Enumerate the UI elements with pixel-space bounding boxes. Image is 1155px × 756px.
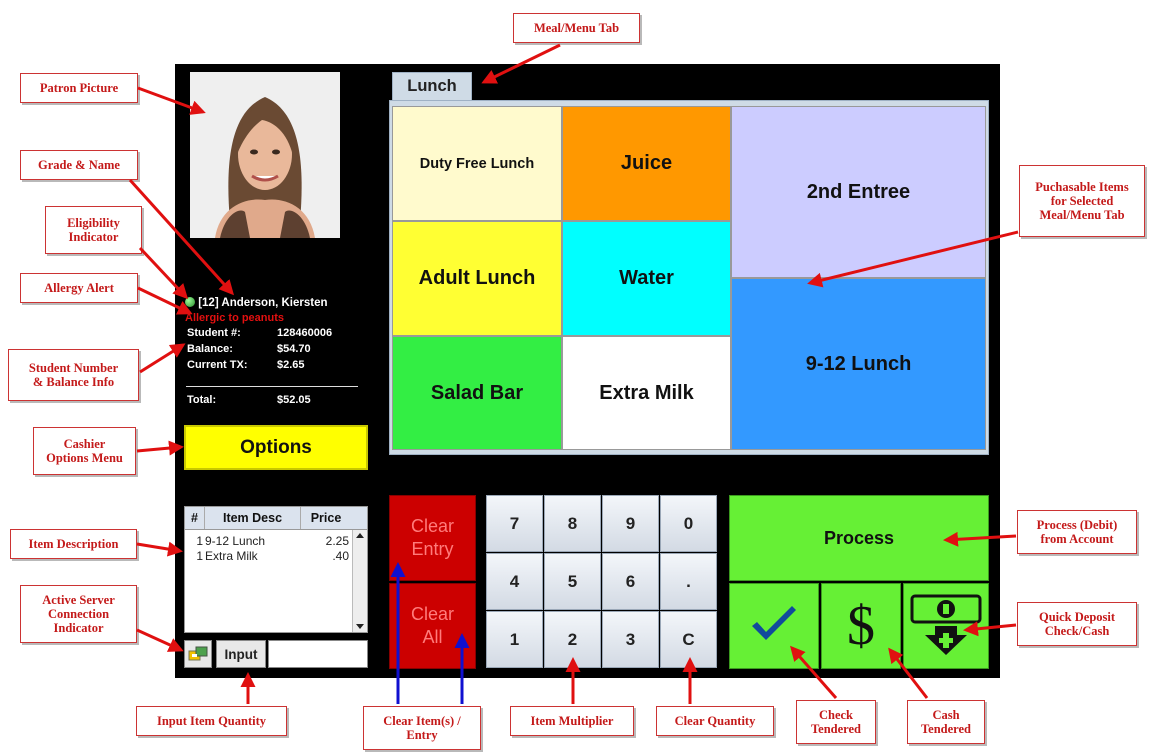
patron-name: [12] Anderson, Kiersten	[198, 297, 328, 309]
menu-item-9-12-lunch[interactable]: 9-12 Lunch	[731, 278, 986, 450]
menu-item-juice[interactable]: Juice	[562, 106, 731, 221]
callout-grade-name: Grade & Name	[20, 150, 138, 180]
menu-item-2nd-entree[interactable]: 2nd Entree	[731, 106, 986, 278]
callout-student-balance: Student Number & Balance Info	[8, 349, 139, 401]
item-qty: 1	[196, 549, 203, 563]
key-4[interactable]: 4	[486, 553, 543, 610]
key-9[interactable]: 9	[602, 495, 659, 552]
server-connection-icon	[184, 640, 212, 668]
tab-lunch[interactable]: Lunch	[392, 72, 472, 100]
arrow-item-description	[136, 541, 183, 557]
col-qty-header: #	[185, 507, 205, 529]
item-desc: Extra Milk	[205, 549, 258, 563]
callout-clear-quantity: Clear Quantity	[656, 706, 774, 736]
item-price: 2.25	[325, 534, 349, 548]
clear-all-button[interactable]: Clear All	[389, 583, 476, 669]
key-0[interactable]: 0	[660, 495, 717, 552]
check-tendered-button[interactable]	[729, 583, 819, 669]
callout-quick-deposit: Quick Deposit Check/Cash	[1017, 602, 1137, 646]
scroll-down-icon[interactable]	[356, 624, 364, 629]
options-button[interactable]: Options	[184, 425, 368, 470]
callout-cash-tendered: Cash Tendered	[907, 700, 985, 744]
student-number: 128460006	[277, 327, 333, 339]
key-clear-quantity[interactable]: C	[660, 611, 717, 668]
current-tx-label: Current TX:	[187, 359, 248, 371]
menu-item-adult-lunch[interactable]: Adult Lunch	[392, 221, 562, 336]
list-item[interactable]: 1 Extra Milk .40	[185, 549, 367, 564]
globe-icon	[185, 297, 195, 307]
item-qty: 1	[196, 534, 203, 548]
scroll-up-icon[interactable]	[356, 533, 364, 538]
item-list-header: # Item Desc Price	[185, 507, 367, 530]
quantity-input[interactable]	[268, 640, 368, 668]
allergy-alert: Allergic to peanuts	[185, 312, 285, 324]
clear-entry-button[interactable]: Clear Entry	[389, 495, 476, 581]
key-1[interactable]: 1	[486, 611, 543, 668]
student-number-label: Student #:	[187, 327, 241, 339]
quick-deposit-button[interactable]	[903, 583, 989, 669]
total-value: $52.05	[277, 394, 311, 406]
quick-deposit-icon	[910, 594, 982, 655]
callout-process-debit: Process (Debit) from Account	[1017, 510, 1137, 554]
callout-eligibility: Eligibility Indicator	[45, 206, 142, 254]
key-6[interactable]: 6	[602, 553, 659, 610]
callout-meal-menu-tab: Meal/Menu Tab	[513, 13, 640, 43]
total-label: Total:	[187, 394, 217, 406]
menu-item-salad-bar[interactable]: Salad Bar	[392, 336, 562, 450]
callout-server-indicator: Active Server Connection Indicator	[20, 585, 137, 643]
dollar-icon: $	[847, 595, 875, 657]
key-3[interactable]: 3	[602, 611, 659, 668]
key-7[interactable]: 7	[486, 495, 543, 552]
callout-patron-picture: Patron Picture	[20, 73, 138, 103]
item-price: .40	[332, 549, 349, 563]
key-8[interactable]: 8	[544, 495, 601, 552]
item-list-scrollbar[interactable]	[352, 530, 367, 632]
item-desc: 9-12 Lunch	[205, 534, 266, 548]
total-divider	[186, 386, 358, 387]
col-desc-header: Item Desc	[205, 507, 301, 529]
key-2[interactable]: 2	[544, 611, 601, 668]
input-label: Input	[216, 640, 266, 668]
patron-photo	[190, 72, 340, 238]
callout-allergy-alert: Allergy Alert	[20, 273, 138, 303]
check-icon	[752, 606, 796, 640]
col-price-header: Price	[310, 511, 342, 525]
callout-item-multiplier: Item Multiplier	[510, 706, 634, 736]
key-decimal[interactable]: .	[660, 553, 717, 610]
menu-item-water[interactable]: Water	[562, 221, 731, 336]
process-button[interactable]: Process	[729, 495, 989, 581]
balance-value: $54.70	[277, 343, 311, 355]
callout-input-quantity: Input Item Quantity	[136, 706, 287, 736]
callout-item-description: Item Description	[10, 529, 137, 559]
current-tx-value: $2.65	[277, 359, 305, 371]
menu-item-extra-milk[interactable]: Extra Milk	[562, 336, 731, 450]
callout-check-tendered: Check Tendered	[796, 700, 876, 744]
key-5[interactable]: 5	[544, 553, 601, 610]
callout-clear-items: Clear Item(s) / Entry	[363, 706, 481, 750]
balance-label: Balance:	[187, 343, 233, 355]
cash-tendered-button[interactable]: $	[821, 583, 901, 669]
menu-item-duty-free-lunch[interactable]: Duty Free Lunch	[392, 106, 562, 221]
grade-name: [12] Anderson, Kiersten	[185, 297, 328, 309]
list-item[interactable]: 1 9-12 Lunch 2.25	[185, 534, 367, 549]
item-list[interactable]: # Item Desc Price 1 9-12 Lunch 2.25 1 Ex…	[184, 506, 368, 633]
callout-purchasable-items: Puchasable Items for Selected Meal/Menu …	[1019, 165, 1145, 237]
callout-cashier-options: Cashier Options Menu	[33, 427, 136, 475]
